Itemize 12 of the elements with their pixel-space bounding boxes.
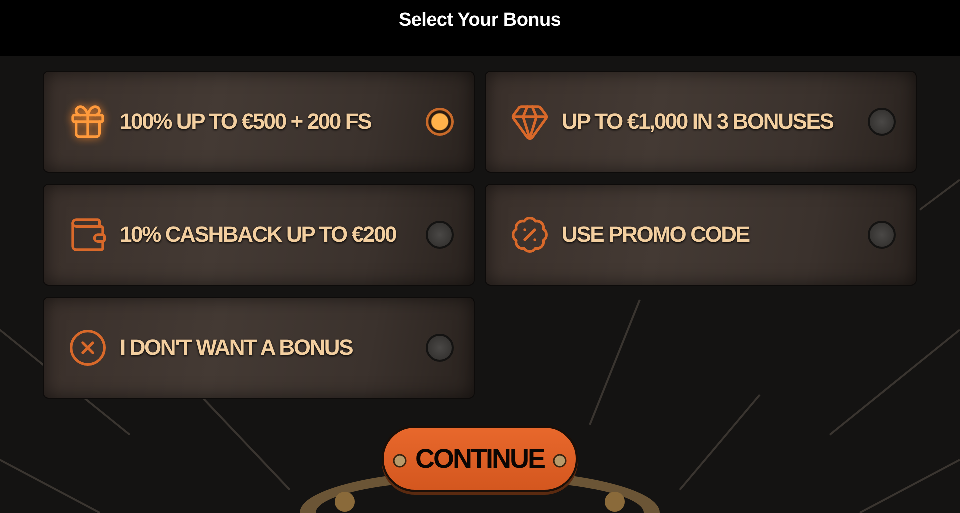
bonus-label: USE PROMO CODE bbox=[562, 222, 750, 248]
bonus-option[interactable]: UP TO €1,000 IN 3 BONUSES bbox=[486, 72, 916, 172]
bonus-option[interactable]: I DON'T WANT A BONUS bbox=[44, 298, 474, 398]
page-title: Select Your Bonus bbox=[398, 10, 562, 33]
bonus-label: 100% UP TO €500 + 200 FS bbox=[120, 109, 372, 135]
continue-button[interactable]: CONTINUE bbox=[382, 426, 578, 492]
bonus-option[interactable]: USE PROMO CODE bbox=[486, 185, 916, 285]
bonus-label: I DON'T WANT A BONUS bbox=[120, 335, 353, 361]
bonus-label: UP TO €1,000 IN 3 BONUSES bbox=[562, 109, 834, 135]
bonus-label: 10% CASHBACK UP TO €200 bbox=[120, 222, 396, 248]
bonus-option[interactable]: 10% CASHBACK UP TO €200 bbox=[44, 185, 474, 285]
bonus-option[interactable]: 100% UP TO €500 + 200 FS bbox=[44, 72, 474, 172]
